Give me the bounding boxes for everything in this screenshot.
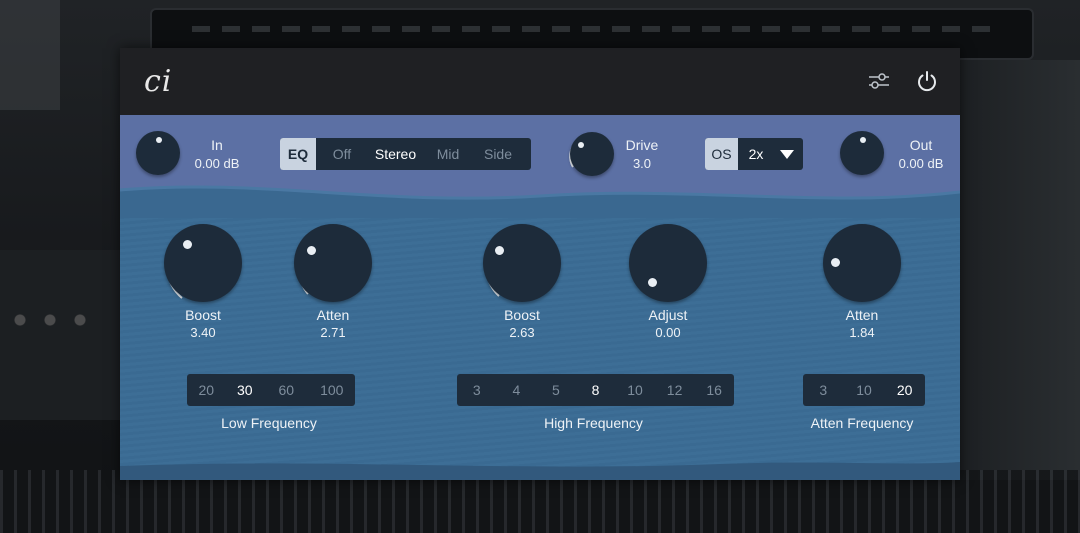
atten-label: Atten (845, 307, 879, 323)
low-freq-option[interactable]: 20 (188, 382, 224, 398)
high-freq-option[interactable]: 8 (576, 382, 614, 398)
mode-off-option[interactable]: Off (316, 146, 368, 162)
low-freq-option[interactable]: 30 (227, 382, 263, 398)
output-label: Out (909, 137, 933, 153)
input-value: 0.00 dB (194, 156, 240, 171)
high-freq-option[interactable]: 16 (695, 382, 733, 398)
atten-freq-option[interactable]: 20 (887, 382, 923, 398)
monitor-ui (192, 26, 992, 32)
outboard-rack (0, 250, 120, 420)
input-label: In (211, 137, 223, 153)
atten-freq-option[interactable]: 10 (846, 382, 882, 398)
high-freq-option[interactable]: 10 (616, 382, 654, 398)
high-freq-option[interactable]: 4 (497, 382, 535, 398)
low-frequency-selector: 20 30 60 100 (187, 374, 355, 406)
plugin-window: ci In 0.00 dB EQ Off Stereo Mid Side Dri… (120, 48, 960, 480)
plugin-header: ci (120, 48, 960, 115)
output-value: 0.00 dB (898, 156, 944, 171)
os-value: 2x (748, 146, 764, 162)
output-knob[interactable] (840, 131, 884, 175)
window-light (0, 0, 60, 110)
drive-knob[interactable] (570, 132, 614, 176)
knob-indicator (860, 137, 866, 143)
chevron-down-icon (780, 150, 794, 159)
knob-indicator (831, 258, 840, 267)
eq-toggle-button[interactable]: EQ (280, 138, 316, 170)
drive-value: 3.0 (632, 156, 652, 171)
high-adjust-value: 0.00 (655, 325, 681, 340)
high-frequency-label: High Frequency (544, 415, 643, 431)
knob-indicator (307, 246, 316, 255)
knob-indicator (578, 142, 584, 148)
mode-side-option[interactable]: Side (473, 146, 523, 162)
atten-value: 1.84 (849, 325, 875, 340)
high-adjust-label: Adjust (648, 307, 688, 323)
os-label: OS (705, 138, 738, 170)
drive-label: Drive (625, 137, 659, 153)
atten-frequency-label: Atten Frequency (810, 415, 914, 431)
atten-freq-option[interactable]: 3 (805, 382, 841, 398)
atten-frequency-selector: 3 10 20 (803, 374, 925, 406)
low-freq-option[interactable]: 60 (265, 382, 307, 398)
sliders-icon[interactable] (866, 68, 892, 94)
low-frequency-label: Low Frequency (221, 415, 317, 431)
mode-stereo-option[interactable]: Stereo (368, 146, 423, 162)
brand-logo: ci (144, 64, 173, 99)
input-knob[interactable] (136, 131, 180, 175)
high-frequency-selector: 3 4 5 8 10 12 16 (457, 374, 734, 406)
band-wave (120, 185, 960, 218)
atten-knob[interactable] (823, 224, 901, 302)
eq-mode-selector: EQ Off Stereo Mid Side (280, 138, 531, 170)
high-freq-option[interactable]: 5 (537, 382, 575, 398)
high-boost-value: 2.63 (509, 325, 535, 340)
oversampling-dropdown[interactable]: OS 2x (705, 138, 803, 170)
high-freq-option[interactable]: 3 (458, 382, 496, 398)
low-freq-option[interactable]: 100 (310, 382, 354, 398)
bottom-wave (120, 462, 960, 480)
high-boost-label: Boost (504, 307, 540, 323)
high-adjust-knob[interactable] (629, 224, 707, 302)
knob-indicator (183, 240, 192, 249)
low-atten-knob[interactable] (294, 224, 372, 302)
low-boost-value: 3.40 (190, 325, 216, 340)
power-icon[interactable] (914, 68, 940, 94)
high-freq-option[interactable]: 12 (656, 382, 694, 398)
low-boost-label: Boost (185, 307, 221, 323)
knob-indicator (648, 278, 657, 287)
knob-indicator (156, 137, 162, 143)
low-atten-value: 2.71 (320, 325, 346, 340)
knob-indicator (495, 246, 504, 255)
high-boost-knob[interactable] (483, 224, 561, 302)
right-wall (960, 60, 1080, 480)
mode-mid-option[interactable]: Mid (423, 146, 473, 162)
low-atten-label: Atten (316, 307, 350, 323)
low-boost-knob[interactable] (164, 224, 242, 302)
